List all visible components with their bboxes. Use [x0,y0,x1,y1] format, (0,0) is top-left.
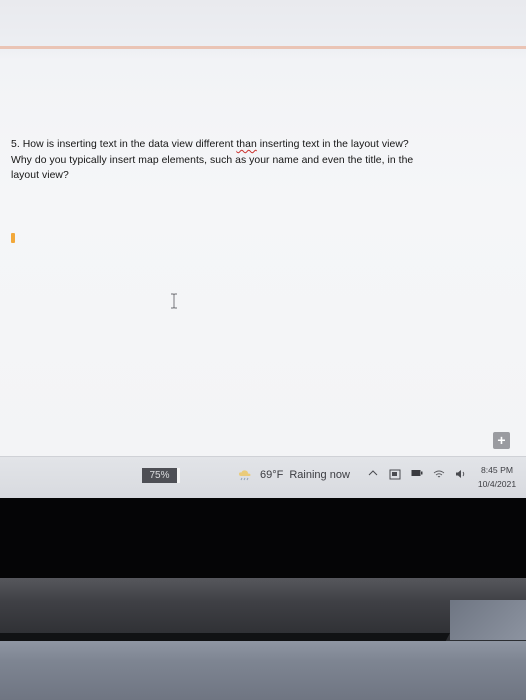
question-line-1: 5. How is inserting text in the data vie… [11,137,516,153]
ibeam-cursor-icon [171,293,177,309]
clock-time: 8:45 PM [480,465,513,475]
text-caret-icon [11,233,15,243]
meet-now-icon[interactable] [389,469,401,481]
question-line-2: Why do you typically insert map elements… [11,154,414,166]
deck-corner [450,600,526,640]
rain-cloud-icon [239,470,251,481]
taskbar-clock[interactable]: 8:45 PM 10/4/2021 [470,463,524,491]
document-page[interactable]: 5. How is inserting text in the data vie… [0,0,526,456]
system-tray [367,469,467,481]
volume-icon[interactable] [455,469,467,481]
add-button[interactable]: + [493,432,510,449]
photo-of-laptop-screen: 5. How is inserting text in the data vie… [0,0,526,700]
hinge-edge-shadow [0,633,450,641]
battery-percentage-badge[interactable]: 75% [142,468,180,483]
screen-bezel [0,498,526,578]
windows-taskbar: + 75% 69°F Raining now 8:45 PM 10/4/2021 [0,432,526,499]
wifi-icon[interactable] [433,469,445,481]
clock-date: 10/4/2021 [477,479,517,489]
question-line-1-end: inserting text in the layout view? [256,139,409,150]
question-line-1-start: 5. How is inserting text in the data vie… [11,139,237,150]
misspelled-word[interactable]: than [236,139,256,150]
battery-icon[interactable] [411,469,423,481]
question-line-3: layout view? [11,170,69,181]
weather-temperature: 69°F [260,469,284,481]
page-top-border [0,46,526,49]
chevron-up-icon[interactable] [367,469,379,481]
weather-condition: Raining now [289,469,350,481]
laptop-deck [0,641,526,700]
weather-widget[interactable]: 69°F Raining now [238,469,350,481]
question-text-block[interactable]: 5. How is inserting text in the data vie… [11,137,516,184]
